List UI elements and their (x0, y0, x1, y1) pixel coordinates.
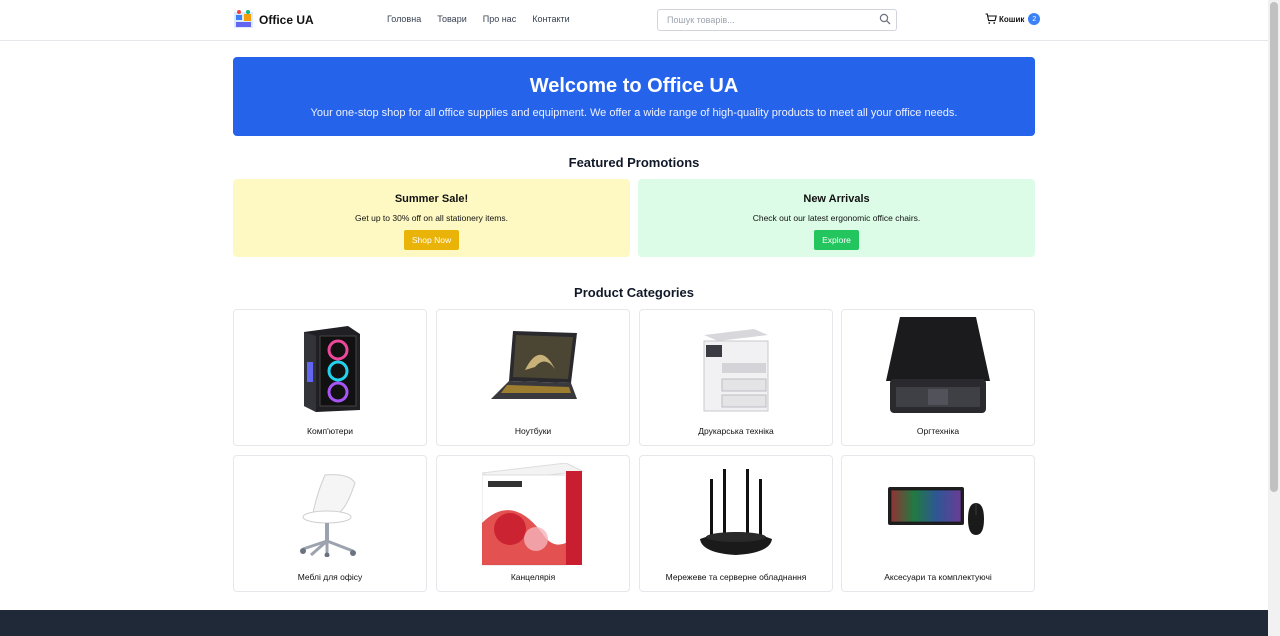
cart-button[interactable]: Кошик 2 (985, 13, 1041, 25)
hero-subtitle: Your one-stop shop for all office suppli… (310, 107, 958, 119)
category-card-network-equipment[interactable]: Мережеве та серверне обладнання (639, 455, 833, 592)
search-box (657, 9, 897, 31)
category-card-printers[interactable]: Друкарська техніка (639, 309, 833, 446)
nav-about[interactable]: Про нас (483, 14, 516, 24)
printer-icon (703, 329, 769, 412)
router-icon (700, 469, 772, 555)
promo-title: New Arrivals (803, 193, 870, 205)
logo[interactable]: Office UA (233, 9, 314, 30)
nav-home[interactable]: Головна (387, 14, 421, 24)
header: Office UA Головна Товари Про нас Контакт… (0, 0, 1268, 41)
office-logo-icon (234, 10, 253, 28)
cart-count-badge: 2 (1028, 13, 1041, 25)
office-chair-icon (300, 474, 356, 557)
cart-label: Кошик (999, 14, 1025, 24)
page: Office UA Головна Товари Про нас Контакт… (0, 0, 1268, 636)
search-icon[interactable] (879, 13, 891, 25)
page-scrollbar[interactable] (1268, 0, 1280, 636)
categories-heading: Product Categories (574, 285, 694, 300)
footer (0, 610, 1268, 636)
category-label: Комп'ютери (307, 426, 353, 436)
scrollbar-thumb[interactable] (1270, 2, 1278, 492)
promo-title: Summer Sale! (394, 193, 469, 205)
category-label: Меблі для офісу (297, 572, 363, 582)
category-card-stationery[interactable]: Канцелярія (436, 455, 630, 592)
promo-text: Get up to 30% off on all stationery item… (355, 213, 508, 223)
category-card-laptops[interactable]: Ноутбуки (436, 309, 630, 446)
category-card-office-equipment[interactable]: Оргтехніка (841, 309, 1035, 446)
promotions-heading: Featured Promotions (568, 155, 700, 170)
hero-title: Welcome to Office UA (529, 75, 739, 97)
category-label: Ноутбуки (514, 426, 552, 436)
shop-now-button[interactable]: Shop Now (403, 230, 460, 250)
category-label: Друкарська техніка (698, 426, 774, 436)
nav-products[interactable]: Товари (437, 14, 467, 24)
hero-banner: Welcome to Office UA Your one-stop shop … (233, 57, 1035, 136)
paper-pack-icon (482, 463, 584, 566)
promo-card-summer-sale: Summer Sale! Get up to 30% off on all st… (233, 179, 630, 257)
category-label: Канцелярія (510, 572, 556, 582)
main-nav: Головна Товари Про нас Контакти (387, 14, 570, 24)
cart-icon (985, 13, 997, 24)
category-card-accessories[interactable]: Аксесуари та комплектуючі (841, 455, 1035, 592)
category-label: Мережеве та серверне обладнання (665, 572, 807, 582)
scanner-icon (886, 317, 990, 413)
logo-text: Office UA (259, 12, 314, 27)
laptop-icon (491, 331, 577, 399)
category-card-office-furniture[interactable]: Меблі для офісу (233, 455, 427, 592)
category-label: Аксесуари та комплектуючі (884, 572, 992, 582)
category-card-computers[interactable]: Комп'ютери (233, 309, 427, 446)
nav-contacts[interactable]: Контакти (532, 14, 569, 24)
explore-button[interactable]: Explore (814, 230, 859, 250)
computer-case-icon (304, 326, 360, 412)
keyboard-mouse-icon (888, 487, 984, 535)
category-label: Оргтехніка (916, 426, 960, 436)
search-input[interactable] (658, 10, 873, 30)
promo-text: Check out our latest ergonomic office ch… (752, 213, 921, 223)
promo-card-new-arrivals: New Arrivals Check out our latest ergono… (638, 179, 1035, 257)
